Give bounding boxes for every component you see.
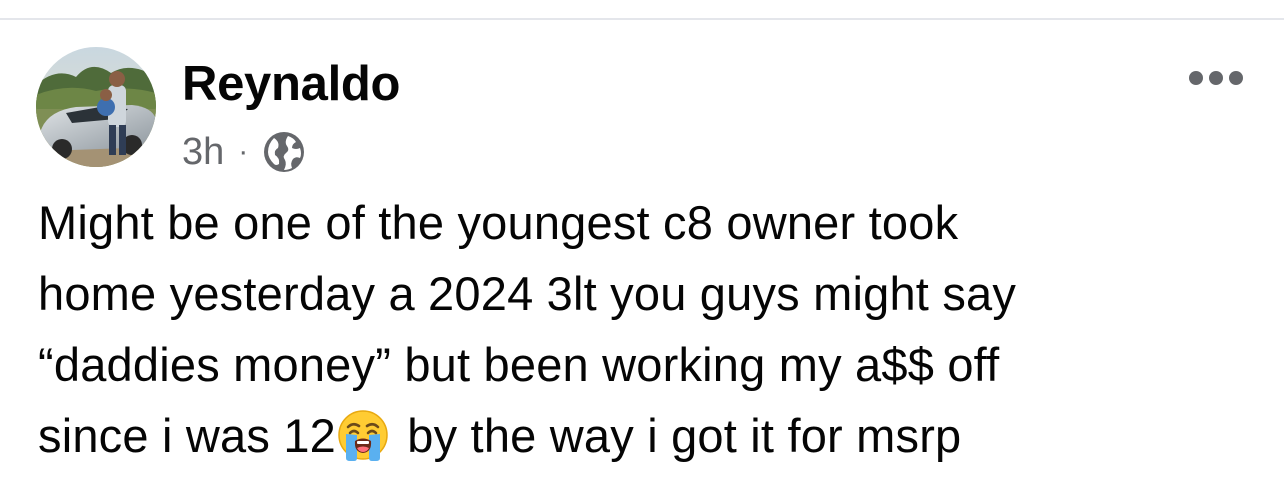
author-name[interactable]: Reynaldo xyxy=(182,54,400,114)
author-avatar[interactable] xyxy=(36,47,156,167)
post-text-segment: since i was 12 xyxy=(38,409,336,462)
more-options-button[interactable] xyxy=(1186,60,1250,96)
globe-icon[interactable] xyxy=(260,128,308,176)
meta-separator: · xyxy=(238,135,249,168)
post-text-segment: by the way i got it for msrp xyxy=(394,409,962,462)
more-options-icon xyxy=(1189,71,1243,85)
post-meta: 3h · xyxy=(182,127,308,177)
post-timestamp[interactable]: 3h xyxy=(182,127,224,177)
post-text-line: home yesterday a 2024 3lt you guys might… xyxy=(38,267,1017,320)
post-text-line: Might be one of the youngest c8 owner to… xyxy=(38,196,959,249)
post-text-line: “daddies money” but been working my a$$ … xyxy=(38,338,1000,391)
top-divider xyxy=(0,18,1284,20)
post-text-line: since i was 12 by the way i got it for m… xyxy=(38,400,1258,471)
post-body: Might be one of the youngest c8 owner to… xyxy=(38,187,1258,471)
loudly-crying-face-icon xyxy=(336,408,390,462)
profile-photo-icon xyxy=(36,47,156,167)
